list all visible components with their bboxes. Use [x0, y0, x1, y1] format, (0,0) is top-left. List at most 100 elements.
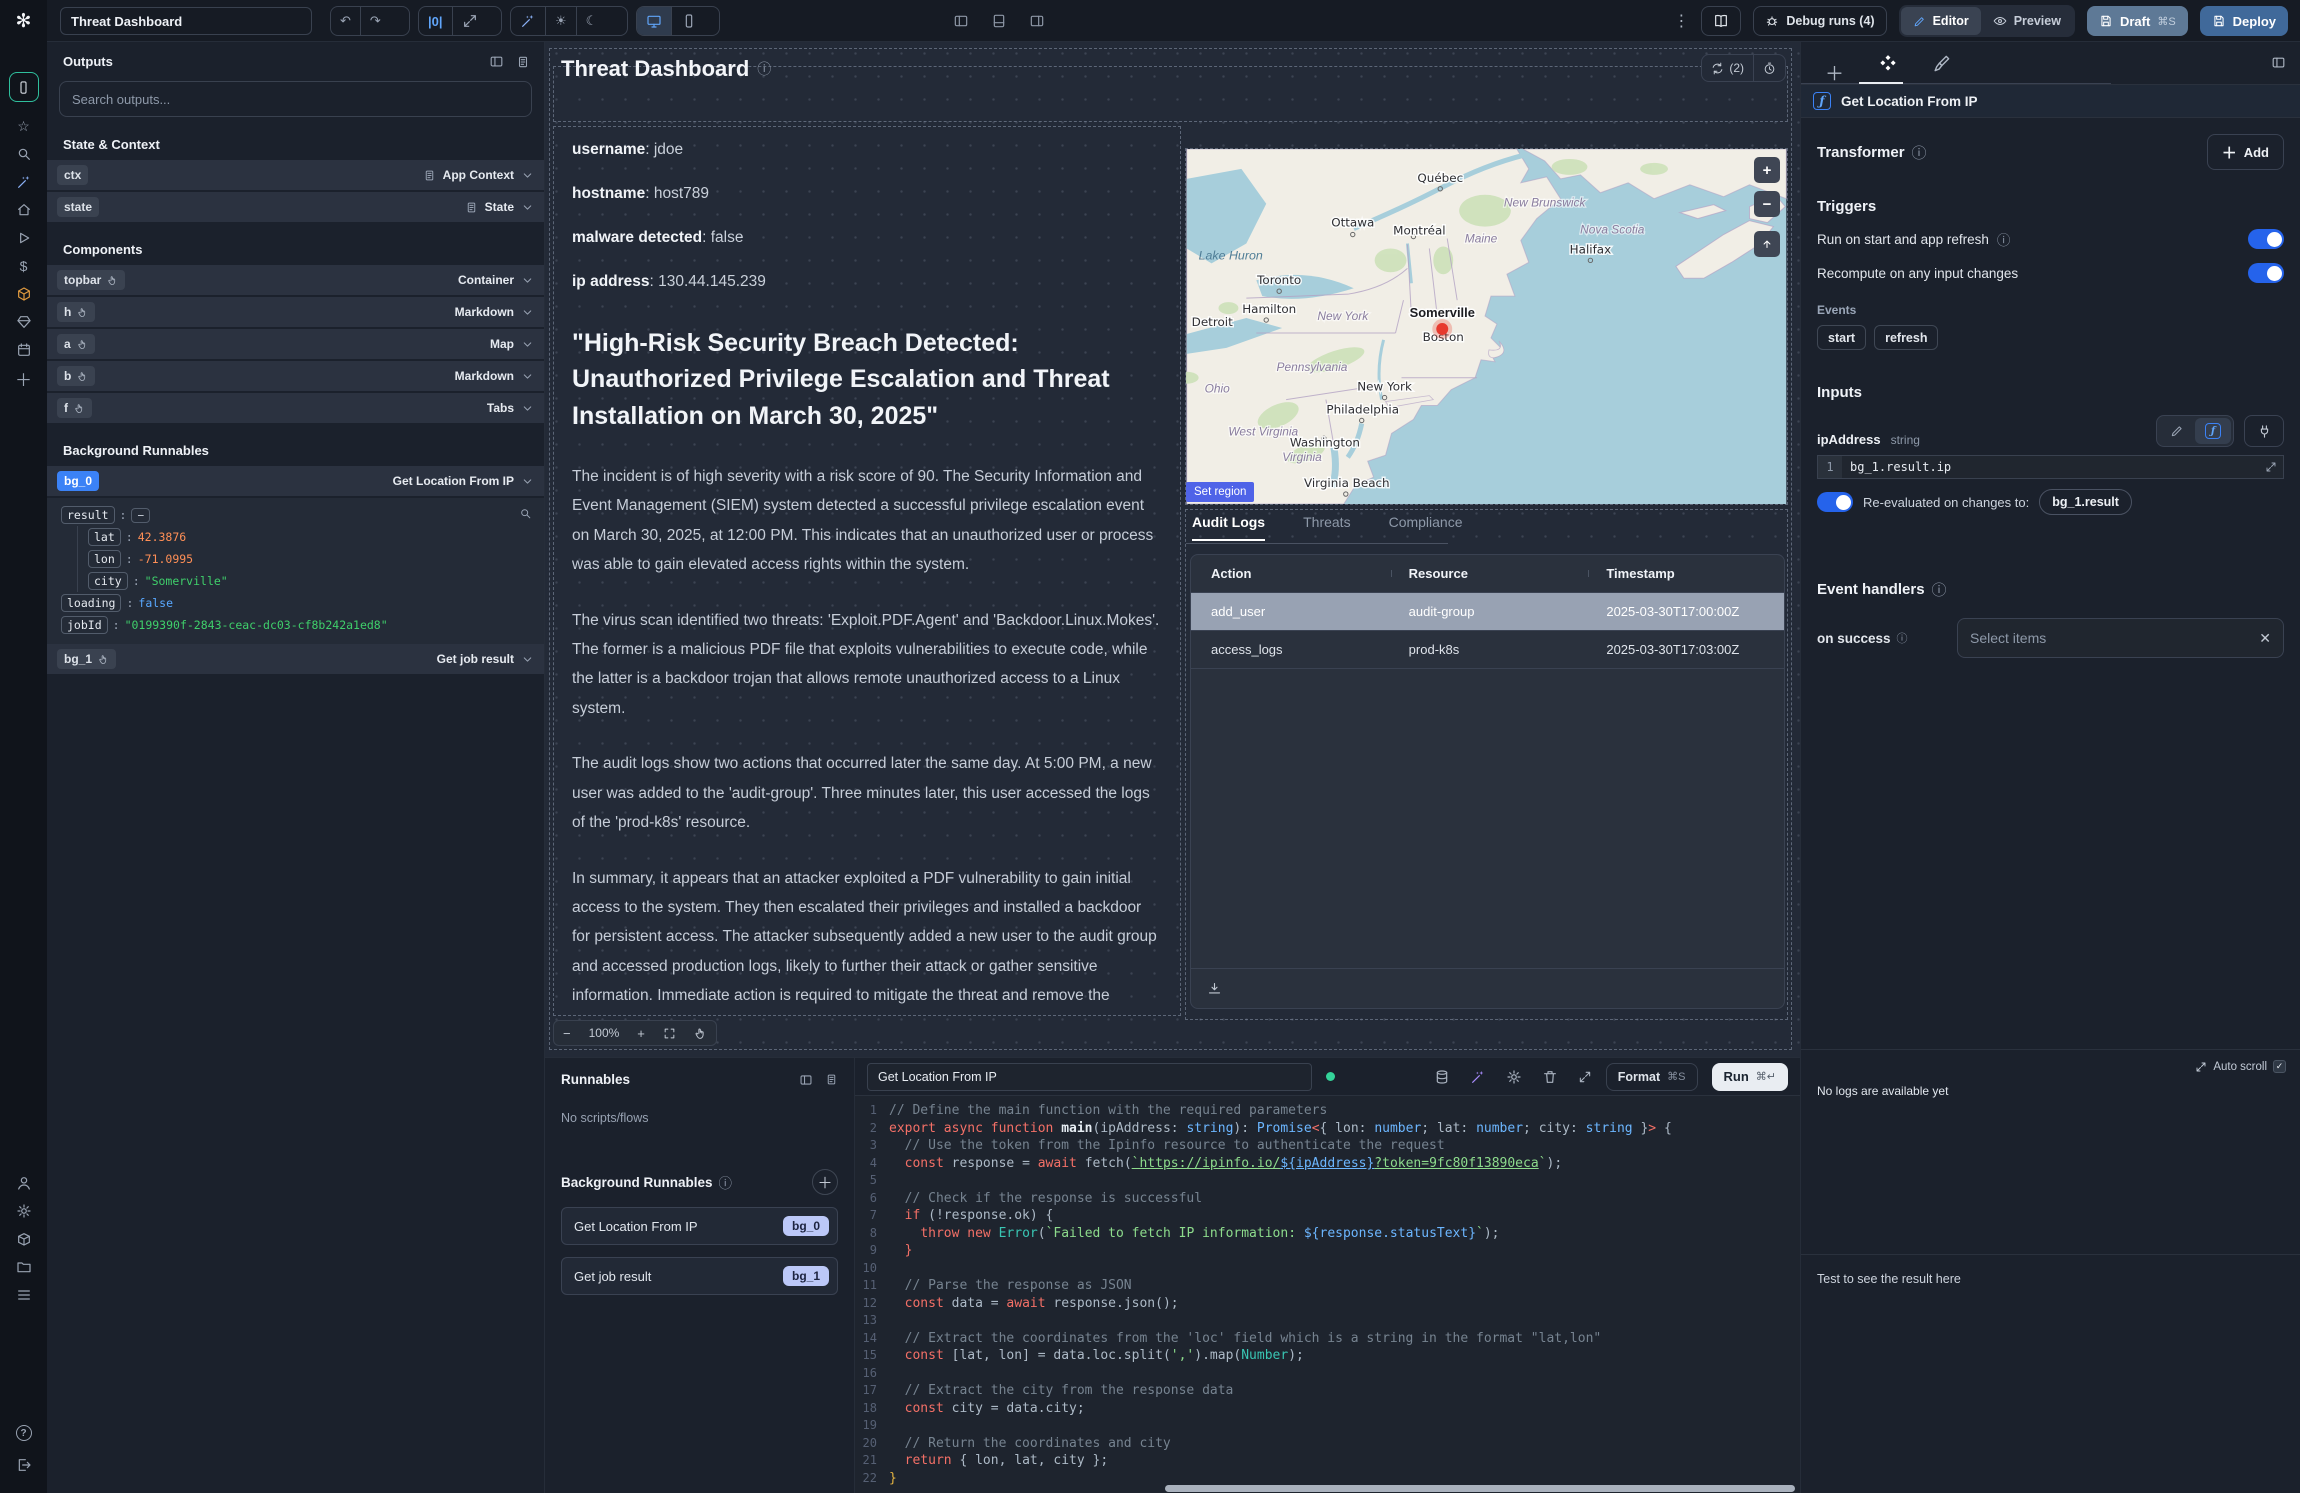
code-line-14[interactable]: 14 // Extract the coordinates from the '…	[855, 1330, 1800, 1348]
favorites-icon[interactable]: ☆	[0, 112, 47, 140]
horizontal-scrollbar[interactable]	[1165, 1485, 1795, 1492]
tab-audit-logs[interactable]: Audit Logs	[1192, 514, 1265, 541]
code-line-7[interactable]: 7 if (!response.ok) {	[855, 1207, 1800, 1225]
code-line-12[interactable]: 12 const data = await response.json();	[855, 1295, 1800, 1313]
kebab-menu-icon[interactable]: ⋮	[1673, 11, 1689, 31]
bg0-tag[interactable]: bg_0	[57, 471, 99, 491]
editor-tab[interactable]: Editor	[1901, 7, 1981, 35]
search-outputs-input[interactable]: Search outputs...	[59, 81, 532, 117]
draft-button[interactable]: Draft⌘S	[2087, 6, 2188, 36]
eval-mode-button[interactable]: ƒ	[2195, 418, 2231, 444]
json-node-result[interactable]: result:−	[61, 504, 534, 526]
zoom-out-button[interactable]: −	[554, 1026, 580, 1041]
bg1-row[interactable]: bg_1 Get job result	[47, 644, 544, 674]
trigger-toggle-1[interactable]	[2248, 229, 2284, 249]
code-content[interactable]: 1// Define the main function with the re…	[855, 1096, 1800, 1487]
user-icon[interactable]	[0, 1169, 47, 1197]
deploy-button[interactable]: Deploy	[2200, 6, 2288, 36]
code-line-13[interactable]: 13	[855, 1312, 1800, 1330]
runnable-item-bg_1[interactable]: Get job resultbg_1	[561, 1257, 838, 1295]
code-line-3[interactable]: 3 // Use the token from the Ipinfo resou…	[855, 1137, 1800, 1155]
zoom-in-button[interactable]: +	[628, 1026, 654, 1041]
table-row-1[interactable]: add_useraudit-group2025-03-30T17:00:00Z	[1191, 593, 1784, 631]
map-zoom-in-button[interactable]: +	[1754, 157, 1780, 183]
code-line-18[interactable]: 18 const city = data.city;	[855, 1400, 1800, 1418]
collapse-runnables-icon[interactable]	[799, 1073, 813, 1087]
collapse-panel-icon[interactable]	[489, 54, 504, 69]
code-line-2[interactable]: 2export async function main(ipAddress: s…	[855, 1120, 1800, 1138]
doc-icon[interactable]	[516, 55, 530, 69]
code-line-9[interactable]: 9 }	[855, 1242, 1800, 1260]
json-node-lat[interactable]: lat:42.3876	[77, 526, 534, 548]
output-row-b[interactable]: bMarkdown	[47, 361, 544, 391]
bg0-row[interactable]: bg_0 Get Location From IP	[47, 466, 544, 496]
ai-assistant-button[interactable]	[511, 7, 545, 35]
debug-runs-button[interactable]: Debug runs (4)	[1753, 6, 1886, 36]
tab-threats[interactable]: Threats	[1303, 514, 1350, 541]
folders-icon[interactable]	[0, 1253, 47, 1281]
map-marker[interactable]	[1436, 323, 1448, 335]
map[interactable]: QuébecOttawaMontréalNew BrunswickMaineNo…	[1186, 149, 1787, 504]
workers-icon[interactable]	[0, 1225, 47, 1253]
ai-wand-icon[interactable]	[0, 168, 47, 196]
docs-button[interactable]	[1701, 6, 1741, 36]
help-icon[interactable]: ?	[0, 1419, 47, 1447]
set-region-button[interactable]: Set region	[1186, 482, 1254, 502]
reeval-dependency-chip[interactable]: bg_1.result	[2039, 489, 2132, 515]
code-line-17[interactable]: 17 // Extract the city from the response…	[855, 1382, 1800, 1400]
code-line-4[interactable]: 4 const response = await fetch(`https://…	[855, 1155, 1800, 1173]
settings-icon[interactable]	[0, 1197, 47, 1225]
mobile-view-button[interactable]	[671, 7, 706, 35]
refresh-history-button[interactable]	[1753, 55, 1785, 81]
event-chip-refresh[interactable]: refresh	[1874, 325, 1938, 350]
markdown-component[interactable]: username: jdoehostname: host789malware d…	[553, 126, 1181, 1016]
recompute-all-button[interactable]: (2)	[1702, 55, 1753, 81]
expand-logs-icon[interactable]	[2195, 1061, 2207, 1073]
settings-gear-icon[interactable]	[1506, 1069, 1522, 1085]
undo-button[interactable]: ↶	[331, 7, 360, 35]
download-icon[interactable]	[1207, 981, 1222, 996]
component-settings-tab[interactable]	[1878, 53, 1898, 73]
trigger-toggle-2[interactable]	[2248, 263, 2284, 283]
pan-tool-button[interactable]	[685, 1027, 716, 1040]
static-mode-button[interactable]	[2159, 418, 2195, 444]
collapse-right-panel-icon[interactable]	[2271, 55, 2286, 70]
menu-icon[interactable]	[0, 1281, 47, 1309]
code-line-1[interactable]: 1// Define the main function with the re…	[855, 1102, 1800, 1120]
preview-tab[interactable]: Preview	[1981, 7, 2073, 35]
variables-icon[interactable]	[0, 308, 47, 336]
clear-select-icon[interactable]: ✕	[2259, 630, 2271, 647]
billing-icon[interactable]: $	[0, 252, 47, 280]
insert-component-tab[interactable]: ＋	[1825, 41, 1844, 86]
code-line-6[interactable]: 6 // Check if the response is successful	[855, 1190, 1800, 1208]
add-background-runnable-button[interactable]: ＋	[812, 1169, 838, 1195]
runs-icon[interactable]	[0, 224, 47, 252]
code-line-15[interactable]: 15 const [lat, lon] = data.loc.split(','…	[855, 1347, 1800, 1365]
map-component[interactable]: QuébecOttawaMontréalNew BrunswickMaineNo…	[1185, 148, 1788, 505]
add-icon[interactable]: ＋	[0, 364, 47, 392]
logout-icon[interactable]	[0, 1451, 47, 1479]
expand-editor-icon[interactable]	[1578, 1070, 1592, 1084]
schedules-icon[interactable]	[0, 336, 47, 364]
code-line-11[interactable]: 11 // Parse the response as JSON	[855, 1277, 1800, 1295]
runnable-item-bg_0[interactable]: Get Location From IPbg_0	[561, 1207, 838, 1245]
fit-view-button[interactable]	[654, 1027, 685, 1040]
code-line-20[interactable]: 20 // Return the coordinates and city	[855, 1435, 1800, 1453]
code-line-5[interactable]: 5	[855, 1172, 1800, 1190]
delete-icon[interactable]	[1542, 1069, 1558, 1085]
output-row-f[interactable]: fTabs	[47, 393, 544, 423]
panel-left-toggle-icon[interactable]	[953, 13, 969, 29]
add-transformer-button[interactable]: ＋Add	[2207, 134, 2284, 170]
table-row-2[interactable]: access_logsprod-k8s2025-03-30T17:03:00Z	[1191, 631, 1784, 669]
code-line-8[interactable]: 8 throw new Error(`Failed to fetch IP in…	[855, 1225, 1800, 1243]
panel-bottom-toggle-icon[interactable]	[991, 13, 1007, 29]
panel-right-toggle-icon[interactable]	[1029, 13, 1045, 29]
json-node-city[interactable]: city:"Somerville"	[77, 570, 534, 592]
light-theme-button[interactable]: ☀	[545, 7, 576, 35]
redo-button[interactable]: ↷	[360, 7, 390, 35]
desktop-view-button[interactable]	[637, 7, 671, 35]
code-line-21[interactable]: 21 return { lon, lat, city };	[855, 1452, 1800, 1470]
styling-tab[interactable]	[1932, 54, 1951, 73]
dark-theme-button[interactable]: ☾	[576, 7, 607, 35]
output-row-a[interactable]: aMap	[47, 329, 544, 359]
